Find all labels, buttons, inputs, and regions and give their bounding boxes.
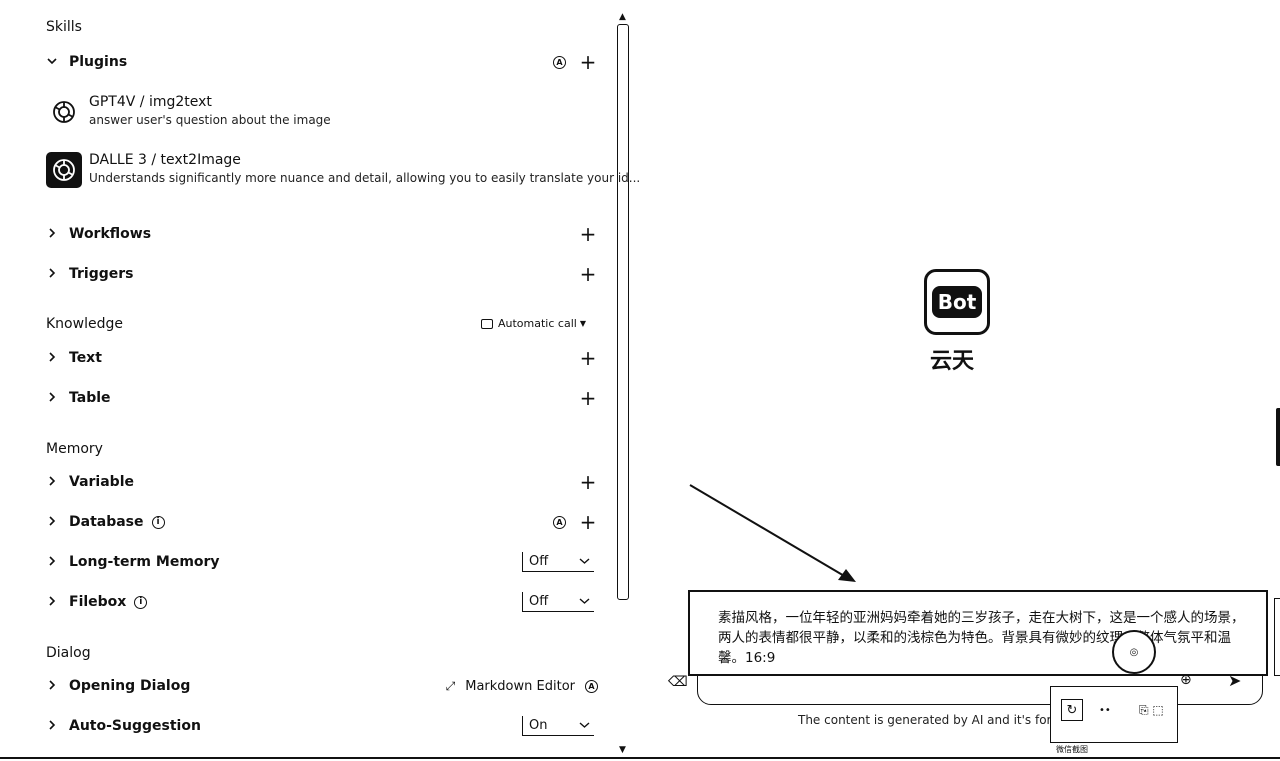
skills-section-title: Skills <box>46 19 82 35</box>
opening-dialog-row[interactable]: Opening Dialog ⤢ Markdown Editor A <box>46 674 598 698</box>
triggers-label: Triggers <box>69 266 134 282</box>
scroll-up-arrow-icon[interactable]: ▲ <box>619 12 626 22</box>
markdown-editor-button[interactable]: Markdown Editor <box>465 679 575 694</box>
plugin-name: DALLE 3 / text2Image <box>89 152 241 168</box>
auto-icon[interactable]: A <box>585 679 598 693</box>
automatic-call-dropdown[interactable]: Automatic call ▼ <box>481 317 586 330</box>
select-value: On <box>529 718 548 733</box>
text-row[interactable]: Text + <box>46 346 598 370</box>
plugin-desc: answer user's question about the image <box>89 113 331 127</box>
long-term-memory-select[interactable]: Off <box>522 552 594 572</box>
ai-disclaimer: The content is generated by AI and it's … <box>798 713 1068 727</box>
filebox-select[interactable]: Off <box>522 592 594 612</box>
chevron-right-icon[interactable] <box>46 475 60 490</box>
chevron-right-icon[interactable] <box>46 515 60 530</box>
chevron-down-icon <box>579 555 590 568</box>
select-value: Off <box>529 594 549 609</box>
add-workflow-button[interactable]: + <box>578 224 598 244</box>
side-panel-edge <box>1274 598 1280 676</box>
chevron-right-icon[interactable] <box>46 679 60 694</box>
openai-icon <box>50 98 78 126</box>
screenshot-toolbar-popup[interactable]: ↻ •• ⎘ ⬚ <box>1050 686 1178 743</box>
info-icon[interactable]: i <box>151 515 165 529</box>
chevron-right-icon[interactable] <box>46 595 60 610</box>
scroll-down-arrow-icon[interactable]: ▼ <box>619 745 626 755</box>
scrollbar-track[interactable] <box>617 24 629 600</box>
add-trigger-button[interactable]: + <box>578 264 598 284</box>
plugins-label: Plugins <box>69 54 128 70</box>
clear-history-icon[interactable]: ⌫ <box>668 674 688 690</box>
bot-logo-text: Bot <box>931 286 983 318</box>
info-icon[interactable]: i <box>134 595 148 609</box>
plugin-item-dalle3[interactable]: DALLE 3 / text2Image Understands signifi… <box>46 152 640 192</box>
add-table-button[interactable]: + <box>578 388 598 408</box>
plugin-desc: Understands significantly more nuance an… <box>89 171 641 185</box>
long-term-memory-label: Long-term Memory <box>69 554 220 570</box>
auto-suggestion-select[interactable]: On <box>522 716 594 736</box>
auto-icon[interactable]: A <box>553 515 566 529</box>
knowledge-section-title: Knowledge <box>46 316 123 332</box>
add-database-button[interactable]: + <box>578 512 598 532</box>
add-attachment-icon[interactable]: ⊕ <box>1180 672 1192 688</box>
add-variable-button[interactable]: + <box>578 472 598 492</box>
expand-icon[interactable]: ⤢ <box>446 679 456 694</box>
dialog-section-title: Dialog <box>46 645 91 661</box>
variable-label: Variable <box>69 474 134 490</box>
variable-row[interactable]: Variable + <box>46 470 598 494</box>
chevron-right-icon[interactable] <box>46 351 60 366</box>
bot-config-panel: Skills Plugins A + GPT4V / img2text answ… <box>0 0 640 761</box>
filebox-row[interactable]: Filebox i Off <box>46 590 598 614</box>
popup-caption: 微信截图 <box>1056 745 1088 754</box>
add-text-button[interactable]: + <box>578 348 598 368</box>
chevron-right-icon[interactable] <box>46 391 60 406</box>
long-term-memory-row[interactable]: Long-term Memory Off <box>46 550 598 574</box>
send-icon[interactable]: ➤ <box>1228 671 1241 690</box>
bottom-divider <box>0 757 1280 759</box>
database-label: Database <box>69 514 144 530</box>
refresh-icon[interactable]: ↻ <box>1061 699 1083 721</box>
workflows-row[interactable]: Workflows + <box>46 222 598 246</box>
chevron-right-icon[interactable] <box>46 227 60 242</box>
auto-suggestion-label: Auto-Suggestion <box>69 718 201 734</box>
opening-dialog-label: Opening Dialog <box>69 678 191 694</box>
automatic-call-label: Automatic call <box>498 317 577 330</box>
more-icon[interactable]: •• <box>1099 705 1111 716</box>
plugins-row[interactable]: Plugins A + <box>46 50 598 74</box>
plugin-name: GPT4V / img2text <box>89 94 212 110</box>
bot-avatar: Bot <box>924 269 990 335</box>
auto-suggestion-row[interactable]: Auto-Suggestion On <box>46 714 598 738</box>
chevron-down-icon <box>579 595 590 608</box>
chevron-down-icon[interactable] <box>46 55 60 70</box>
annotation-arrow-icon <box>689 484 856 582</box>
chevron-right-icon[interactable] <box>46 719 60 734</box>
text-label: Text <box>69 350 102 366</box>
auto-icon[interactable]: A <box>553 55 566 69</box>
chevron-down-icon <box>579 719 590 732</box>
side-panel-handle[interactable] <box>1276 408 1280 466</box>
table-row[interactable]: Table + <box>46 386 598 410</box>
bot-name: 云天 <box>930 349 975 374</box>
chevron-right-icon[interactable] <box>46 267 60 282</box>
chat-prompt-text[interactable]: 素描风格，一位年轻的亚洲妈妈牵着她的三岁孩子，走在大树下，这是一个感人的场景，两… <box>688 590 1268 676</box>
filebox-label: Filebox <box>69 594 127 610</box>
copy-icon[interactable]: ⎘ ⬚ <box>1139 703 1164 718</box>
overlay-badge-icon: ◎ <box>1112 630 1156 674</box>
auto-call-icon <box>481 318 493 329</box>
triggers-row[interactable]: Triggers + <box>46 262 598 286</box>
select-value: Off <box>529 554 549 569</box>
openai-icon <box>46 152 82 188</box>
caret-down-icon: ▼ <box>579 319 586 328</box>
chevron-right-icon[interactable] <box>46 555 60 570</box>
table-label: Table <box>69 390 111 406</box>
plugin-item-gpt4v[interactable]: GPT4V / img2text answer user's question … <box>46 94 606 134</box>
workflows-label: Workflows <box>69 226 152 242</box>
add-plugin-button[interactable]: + <box>578 52 598 72</box>
memory-section-title: Memory <box>46 441 103 457</box>
database-row[interactable]: Database i A + <box>46 510 598 534</box>
